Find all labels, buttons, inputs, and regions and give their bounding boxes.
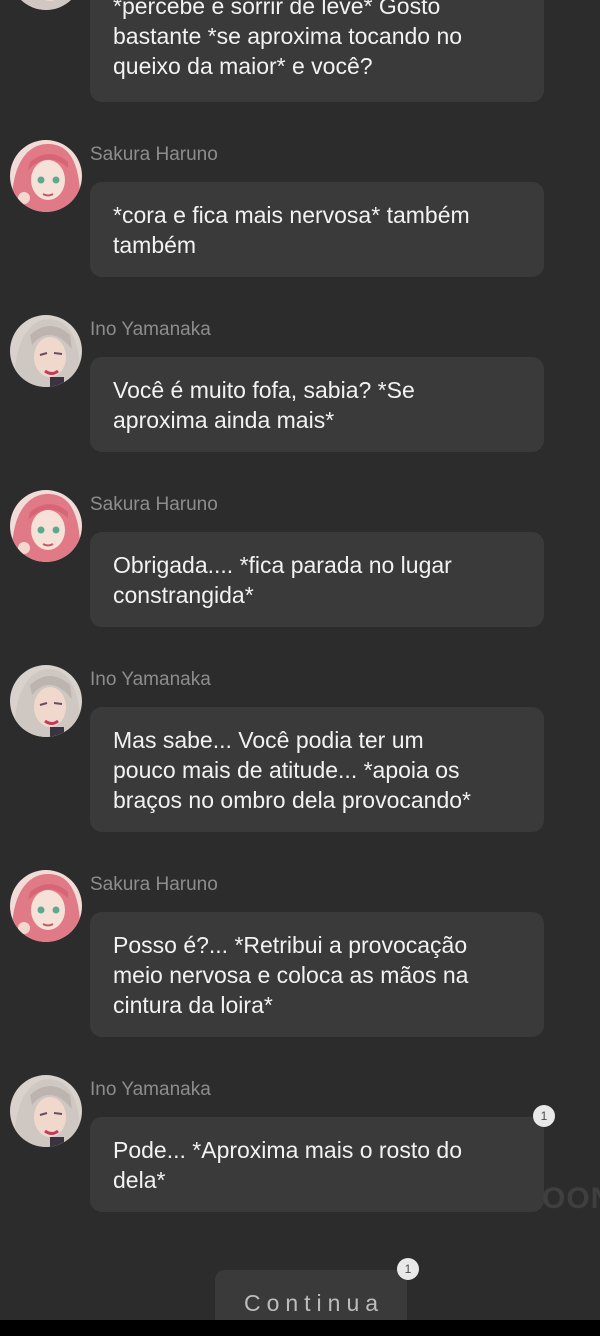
message-text: *percebe e sorrir de leve* Gosto bastant…	[113, 0, 463, 79]
continue-count-badge: 1	[397, 1258, 419, 1280]
message-text: Mas sabe... Você podia ter um pouco mais…	[113, 726, 472, 813]
message-bubble: *percebe e sorrir de leve* Gosto bastant…	[90, 0, 544, 102]
message-author: Ino Yamanaka	[90, 319, 211, 340]
message-bubble: *cora e fica mais nervosa* também também	[90, 182, 544, 277]
message-text: Pode... *Aproxima mais o rosto do dela*	[113, 1136, 462, 1193]
ino-avatar[interactable]	[10, 1075, 82, 1147]
message-text: Você é muito fofa, sabia? *Se aproxima a…	[113, 376, 415, 433]
ino-avatar[interactable]	[10, 665, 82, 737]
bottom-bar	[0, 1320, 600, 1336]
ino-avatar[interactable]	[10, 0, 82, 10]
message-author: Ino Yamanaka	[90, 669, 211, 690]
chat-thread: *percebe e sorrir de leve* Gosto bastant…	[0, 0, 600, 1332]
message-author: Ino Yamanaka	[90, 1079, 211, 1100]
ino-avatar[interactable]	[10, 315, 82, 387]
message-bubble: Pode... *Aproxima mais o rosto do dela*	[90, 1117, 544, 1212]
message-author: Sakura Haruno	[90, 494, 218, 515]
message-count-badge: 1	[533, 1105, 555, 1127]
watermark-logo: OON	[542, 1182, 600, 1215]
message-bubble: Obrigada.... *fica parada no lugar const…	[90, 532, 544, 627]
sakura-avatar[interactable]	[10, 140, 82, 212]
message-bubble: Você é muito fofa, sabia? *Se aproxima a…	[90, 357, 544, 452]
message-author: Sakura Haruno	[90, 144, 218, 165]
message-bubble: Posso é?... *Retribui a provocação meio …	[90, 912, 544, 1037]
sakura-avatar[interactable]	[10, 870, 82, 942]
message-author: Sakura Haruno	[90, 874, 218, 895]
sakura-avatar[interactable]	[10, 490, 82, 562]
message-bubble: Mas sabe... Você podia ter um pouco mais…	[90, 707, 544, 832]
message-text: *cora e fica mais nervosa* também também	[113, 201, 470, 258]
message-text: Obrigada.... *fica parada no lugar const…	[113, 551, 452, 608]
message-text: Posso é?... *Retribui a provocação meio …	[113, 931, 469, 1018]
